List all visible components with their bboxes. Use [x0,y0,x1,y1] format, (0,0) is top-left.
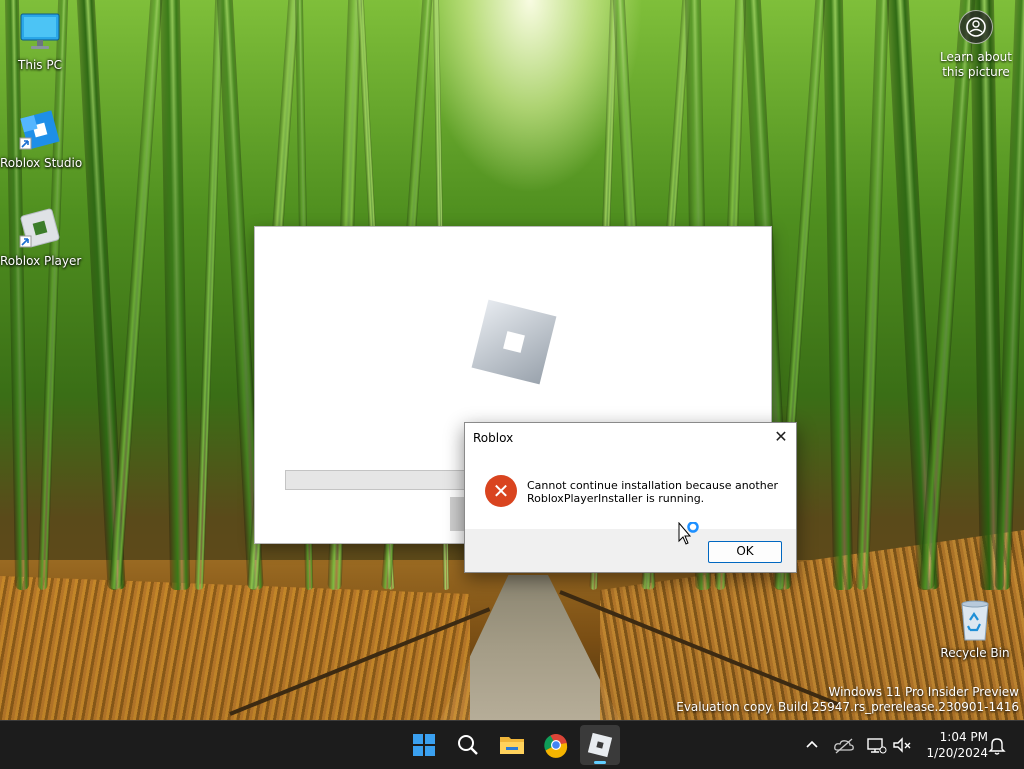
chevron-up-icon[interactable] [800,733,824,757]
speaker-muted-icon[interactable] [890,733,914,757]
roblox-icon[interactable] [580,725,620,765]
taskbar: 1:04 PM 1/20/2024 [0,720,1024,769]
busy-cursor-icon [678,521,708,552]
file-explorer-icon[interactable] [492,725,532,765]
active-app-indicator [594,761,606,764]
close-icon[interactable]: ✕ [766,423,796,451]
bamboo-stalk [37,0,69,590]
install-progress-bar [285,470,487,490]
chrome-icon[interactable] [536,725,576,765]
dialog-footer: OK [465,529,796,572]
desktop-icon-roblox-player[interactable]: Roblox Player [0,206,82,268]
recycle-bin-icon [953,598,997,642]
bamboo-stalk [194,0,225,590]
dialog-message: Cannot continue installation because ano… [527,479,778,505]
clock-date: 1/20/2024 [926,746,988,760]
start-icon[interactable] [404,725,444,765]
bamboo-stalk [822,0,854,591]
bamboo-stalk [159,0,191,591]
search-icon[interactable] [448,725,488,765]
taskbar-clock[interactable]: 1:04 PM 1/20/2024 [918,729,988,761]
desktop-icon-label: Roblox Studio [0,156,83,170]
desktop-icon-label: Roblox Player [0,254,82,268]
onedrive-icon[interactable] [832,733,856,757]
desktop-icon-recycle-bin[interactable]: Recycle Bin [935,598,1015,660]
error-dialog: Roblox ✕ ✕ Cannot continue installation … [464,422,797,573]
roblox-studio-icon [18,108,62,152]
learn-about-picture[interactable]: Learn about this picture [938,10,1014,80]
desktop-icon-label: Recycle Bin [940,646,1010,660]
watermark-line1: Windows 11 Pro Insider Preview [828,685,1019,699]
evaluation-watermark: Windows 11 Pro Insider Preview Evaluatio… [676,685,1019,715]
bamboo-stalk [919,0,976,590]
dialog-title: Roblox [473,431,514,445]
desktop-icon-this-pc[interactable]: This PC [0,10,80,72]
ok-button[interactable]: OK [708,541,782,563]
learn-label-line2: this picture [942,65,1010,79]
watermark-line2: Evaluation copy. Build 25947.rs_prerelea… [676,700,1019,714]
desktop-icon-roblox-studio[interactable]: Roblox Studio [0,108,83,170]
bamboo-stalk [109,0,163,590]
notification-bell-icon[interactable] [985,733,1009,757]
bamboo-stalk [4,0,30,591]
roblox-logo-icon [469,297,559,387]
learn-label-line1: Learn about [940,50,1012,64]
monitor-icon [18,10,62,54]
roblox-player-icon [18,206,62,250]
bamboo-stalk [855,0,890,591]
network-icon[interactable] [864,733,888,757]
clock-time: 1:04 PM [939,730,988,744]
desktop-icon-label: This PC [18,58,62,72]
error-icon: ✕ [485,475,517,507]
camera-icon [959,10,993,44]
